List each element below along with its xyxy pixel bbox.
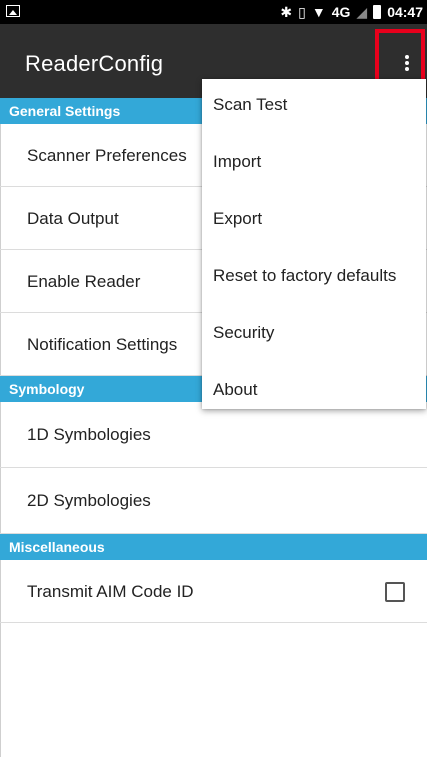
- menu-item-import[interactable]: Import: [202, 136, 426, 193]
- bluetooth-icon: ✱: [280, 4, 293, 20]
- app-title: ReaderConfig: [25, 51, 164, 76]
- overflow-popup-menu: Scan Test Import Export Reset to factory…: [202, 79, 426, 409]
- transmit-aim-label: Transmit AIM Code ID: [27, 582, 194, 601]
- network-type: 4G: [331, 4, 351, 20]
- status-bar: ✱ ▯ ▼ 4G ◢ 04:47: [0, 0, 427, 24]
- wifi-icon: ▼: [311, 4, 326, 20]
- menu-item-scan-test[interactable]: Scan Test: [202, 79, 426, 136]
- battery-icon: [373, 5, 382, 19]
- menu-item-security[interactable]: Security: [202, 307, 426, 364]
- vibrate-icon: ▯: [298, 4, 306, 20]
- list-item-transmit-aim-code-id[interactable]: Transmit AIM Code ID: [0, 560, 427, 623]
- section-header-miscellaneous: Miscellaneous: [0, 534, 427, 560]
- menu-item-export[interactable]: Export: [202, 193, 426, 250]
- more-vert-icon: [405, 55, 409, 73]
- menu-item-reset-factory-defaults[interactable]: Reset to factory defaults: [202, 250, 426, 307]
- signal-icon: ◢: [356, 4, 368, 20]
- image-icon: [6, 5, 20, 17]
- transmit-aim-checkbox[interactable]: [385, 582, 405, 602]
- menu-item-about[interactable]: About: [202, 364, 426, 421]
- clock: 04:47: [387, 4, 423, 20]
- list-item-2d-symbologies[interactable]: 2D Symbologies: [0, 468, 427, 534]
- status-icons: ✱ ▯ ▼ 4G ◢ 04:47: [280, 0, 423, 24]
